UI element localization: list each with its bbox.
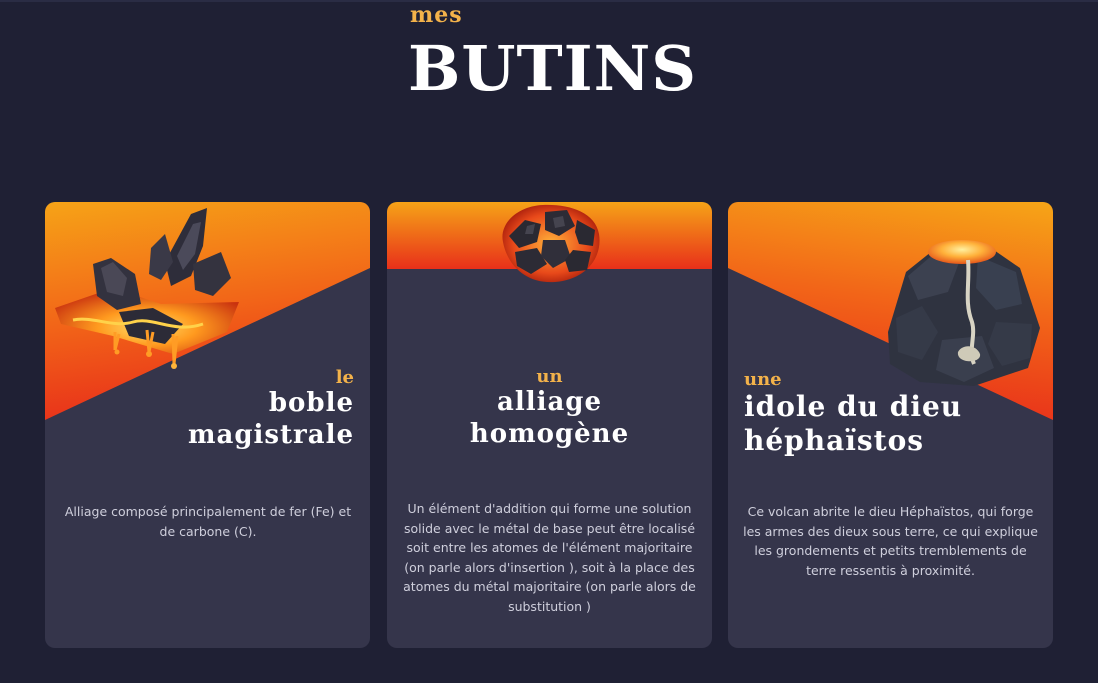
lava-rock-shard-icon [55, 208, 239, 369]
loot-card-alliage[interactable]: un alliage homogène Un élément d'additio… [387, 202, 712, 648]
card-description: Un élément d'addition qui forme une solu… [403, 501, 696, 614]
card-description: Alliage composé principalement de fer (F… [64, 504, 352, 539]
card-title-line-2: magistrale [187, 419, 354, 450]
card-title-prefix: le [335, 367, 354, 388]
card-title: le boble magistrale [188, 368, 354, 451]
page-title: BUTINS [408, 32, 698, 105]
loot-card-boble[interactable]: le boble magistrale Alliage composé prin… [45, 202, 370, 648]
loot-card-idole[interactable]: une idole du dieu héphaïstos Ce volcan a… [728, 202, 1053, 648]
card-title-line-1: boble [268, 387, 354, 418]
heading-prefix: mes [410, 2, 463, 28]
molten-rock-icon [502, 204, 600, 283]
card-title-line-2: héphaïstos [744, 423, 925, 457]
top-divider [0, 0, 1098, 2]
card-title-line-2: homogène [469, 418, 630, 449]
card-title: une idole du dieu héphaïstos [744, 370, 962, 458]
card-title-line-1: idole du dieu [744, 389, 963, 423]
card-description: Ce volcan abrite le dieu Héphaïstos, qui… [743, 504, 1038, 578]
card-title: un alliage homogène [387, 367, 712, 450]
volcano-idol-icon [888, 240, 1040, 386]
card-title-line-1: alliage [496, 386, 603, 417]
card-title-prefix: une [744, 369, 782, 390]
card-title-prefix: un [536, 366, 563, 387]
